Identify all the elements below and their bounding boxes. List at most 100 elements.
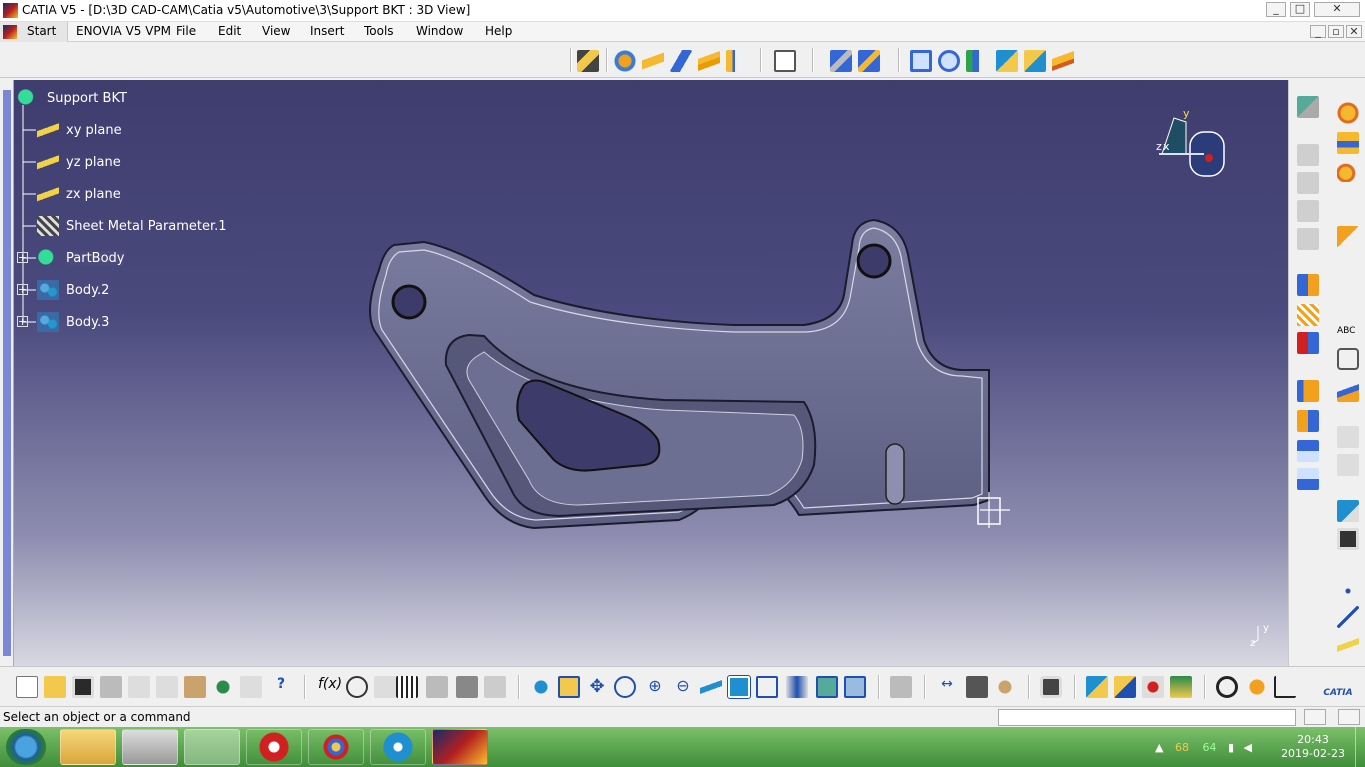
menu-enovia[interactable]: ENOVIA V5 VPM xyxy=(76,24,171,38)
stamp-icon[interactable] xyxy=(996,50,1018,72)
hem-icon[interactable] xyxy=(1297,410,1319,432)
close-button[interactable]: ✕ xyxy=(1314,2,1360,17)
normal-view-icon[interactable] xyxy=(700,676,722,698)
pan-icon[interactable]: ✥ xyxy=(586,676,608,698)
grid-icon[interactable] xyxy=(1337,426,1359,448)
tree-root[interactable]: Support BKT xyxy=(16,87,127,109)
point-icon[interactable] xyxy=(1337,580,1359,602)
cutout-icon[interactable] xyxy=(966,50,988,72)
redo-icon[interactable] xyxy=(240,676,262,698)
wall-icon[interactable] xyxy=(642,50,664,72)
measure-icon[interactable] xyxy=(1297,274,1319,296)
menu-insert[interactable]: Insert xyxy=(310,24,344,38)
point-mapping-icon[interactable] xyxy=(938,50,960,72)
calculator-icon[interactable] xyxy=(122,729,178,765)
cut-icon[interactable] xyxy=(128,676,150,698)
fastened-icon[interactable] xyxy=(1297,304,1319,326)
measure-inertia-icon[interactable] xyxy=(994,676,1016,698)
fold-unfold-icon[interactable] xyxy=(910,50,932,72)
product-2-icon[interactable] xyxy=(1297,172,1319,194)
tree-node-partbody[interactable]: PartBody xyxy=(37,248,125,268)
snipping-icon[interactable] xyxy=(370,729,426,765)
formula-icon[interactable]: f(x) xyxy=(318,676,342,698)
multi-view-icon[interactable] xyxy=(727,675,751,699)
save-dxf-icon[interactable] xyxy=(1337,528,1359,550)
fit-all-icon[interactable] xyxy=(558,676,580,698)
bend-icon[interactable] xyxy=(1337,160,1359,182)
axis-toggle-icon[interactable] xyxy=(1274,676,1296,698)
flange-side-icon[interactable] xyxy=(1297,380,1319,402)
paste-icon[interactable] xyxy=(184,676,206,698)
select-icon[interactable] xyxy=(1297,96,1319,118)
recognize-icon[interactable] xyxy=(614,50,636,72)
wall-on-edge-icon[interactable] xyxy=(670,50,692,72)
pointer-arrow-icon[interactable] xyxy=(1337,226,1359,248)
copy-icon[interactable] xyxy=(156,676,178,698)
tray-up-arrow-icon[interactable]: ▲ xyxy=(1155,741,1163,754)
undo-icon[interactable] xyxy=(212,676,234,698)
show-desktop-button[interactable] xyxy=(1355,727,1365,767)
line-icon[interactable] xyxy=(1337,606,1359,628)
measure-item-icon[interactable] xyxy=(966,676,988,698)
datum-icon[interactable] xyxy=(1337,380,1359,402)
corner-relief-icon[interactable] xyxy=(1052,50,1074,72)
shading-icon[interactable] xyxy=(786,676,808,698)
zoom-in-icon[interactable]: ⊕ xyxy=(644,676,666,698)
sheet-metal-parameters-icon[interactable] xyxy=(577,50,599,72)
windows-start-icon[interactable] xyxy=(6,729,46,765)
menu-edit[interactable]: Edit xyxy=(218,24,241,38)
product-icon[interactable] xyxy=(1297,144,1319,166)
iso-view-icon[interactable] xyxy=(756,676,778,698)
expand-partbody-icon[interactable]: + xyxy=(17,252,28,263)
product-4-icon[interactable] xyxy=(1297,228,1319,250)
menu-tools[interactable]: Tools xyxy=(364,24,394,38)
user-flange-icon[interactable] xyxy=(1297,468,1319,490)
swap-space-icon[interactable] xyxy=(844,676,866,698)
maximize-button[interactable]: □ xyxy=(1290,2,1310,17)
apply-material-icon[interactable] xyxy=(1086,676,1108,698)
hide-show-icon[interactable] xyxy=(816,676,838,698)
doc-minimize-button[interactable]: _ xyxy=(1310,25,1326,38)
hole-icon[interactable] xyxy=(1024,50,1046,72)
axis-system-icon[interactable] xyxy=(830,50,852,72)
clock[interactable]: 20:43 2019-02-23 xyxy=(1281,733,1345,761)
surface-stamp-icon[interactable] xyxy=(1337,132,1359,154)
export-icon[interactable] xyxy=(1337,500,1359,522)
minimize-button[interactable]: _ xyxy=(1266,2,1286,17)
sketcher-icon[interactable] xyxy=(774,50,796,72)
capture-icon[interactable] xyxy=(1040,676,1062,698)
tree-node-yz-plane[interactable]: yz plane xyxy=(37,152,121,172)
new-icon[interactable] xyxy=(16,676,38,698)
tear-drop-icon[interactable] xyxy=(1297,440,1319,462)
grid-2-icon[interactable] xyxy=(1337,454,1359,476)
menu-help[interactable]: Help xyxy=(485,24,512,38)
pattern-icon[interactable] xyxy=(858,50,880,72)
doc-restore-button[interactable]: ▫ xyxy=(1328,25,1344,38)
swept-wall-icon[interactable] xyxy=(1337,102,1359,124)
help-icon[interactable]: ? xyxy=(270,676,292,698)
knowledge-icon[interactable] xyxy=(374,676,396,698)
volume-icon[interactable]: ◀ xyxy=(1244,741,1252,754)
tree-node-body-2[interactable]: Body.2 xyxy=(37,280,109,300)
menu-window[interactable]: Window xyxy=(416,24,463,38)
comment-icon[interactable] xyxy=(346,676,368,698)
tools-palette-icon[interactable] xyxy=(890,676,912,698)
tree-node-xy-plane[interactable]: xy plane xyxy=(37,120,122,140)
menu-view[interactable]: View xyxy=(262,24,290,38)
save-icon[interactable] xyxy=(72,676,94,698)
lock-icon[interactable] xyxy=(456,676,478,698)
print-icon[interactable] xyxy=(100,676,122,698)
graph-icon[interactable] xyxy=(426,676,448,698)
scene-icon[interactable] xyxy=(1142,676,1164,698)
text-abc-icon[interactable]: ABC xyxy=(1337,320,1359,342)
rotate-icon[interactable] xyxy=(614,676,636,698)
tree-node-body-3[interactable]: Body.3 xyxy=(37,312,109,332)
open-icon[interactable] xyxy=(44,676,66,698)
file-explorer-icon[interactable] xyxy=(60,729,116,765)
doc-close-button[interactable]: ✕ xyxy=(1346,25,1362,38)
tree-node-sheet-metal-parameter[interactable]: Sheet Metal Parameter.1 xyxy=(37,216,227,236)
flange-icon[interactable] xyxy=(726,50,748,72)
dynamic-icon[interactable] xyxy=(1216,676,1238,698)
menu-file[interactable]: File xyxy=(176,24,196,38)
fly-mode-icon[interactable] xyxy=(530,676,552,698)
